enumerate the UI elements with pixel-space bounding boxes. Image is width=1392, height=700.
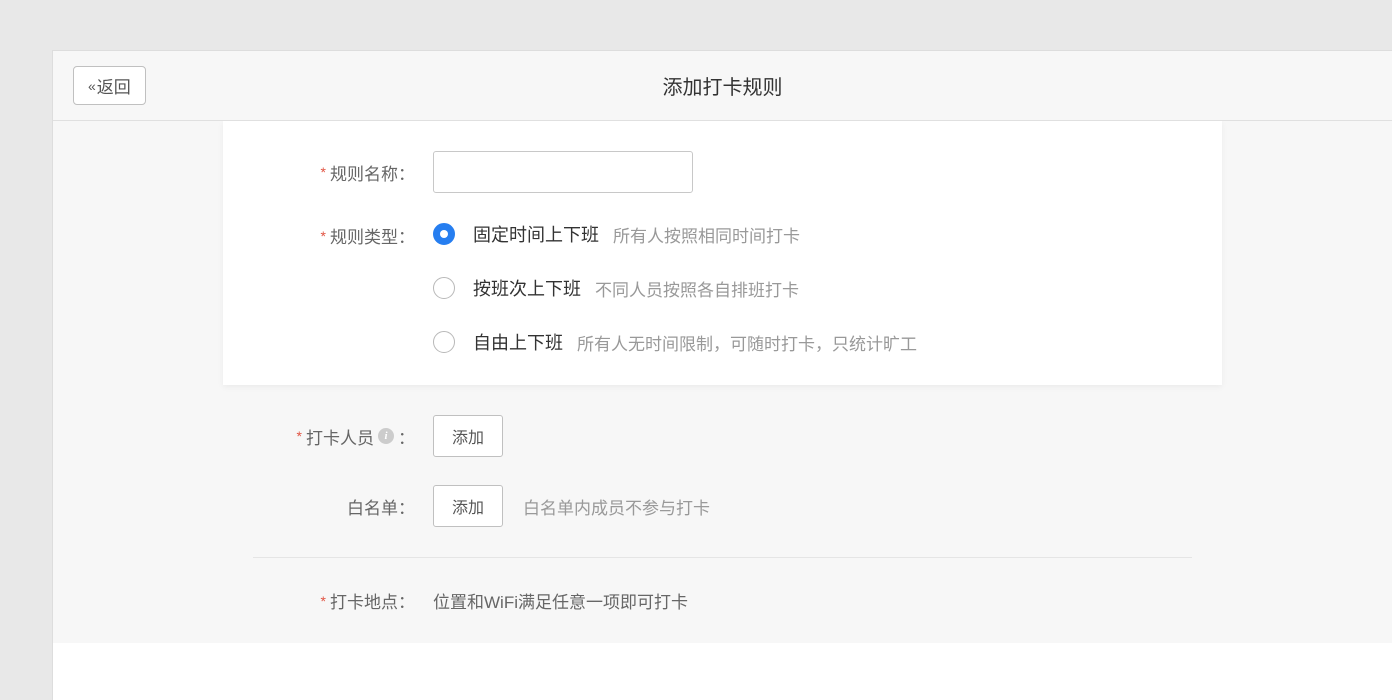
whitelist-desc: 白名单内成员不参与打卡 (523, 494, 710, 519)
radio-option-free[interactable]: 自由上下班 所有人无时间限制，可随时打卡，只统计旷工 (433, 329, 917, 355)
row-rule-name: * 规则名称： (253, 151, 1192, 193)
chevron-left-double-icon: « (88, 78, 93, 94)
row-location: * 打卡地点： 位置和WiFi满足任意一项即可打卡 (253, 588, 1192, 613)
row-rule-type: * 规则类型： 固定时间上下班 所有人按照相同时间打卡 按班次上下班 (253, 221, 1192, 355)
radio-option-fixed[interactable]: 固定时间上下班 所有人按照相同时间打卡 (433, 221, 917, 247)
radio-title: 固定时间上下班 (473, 221, 599, 247)
radio-title: 自由上下班 (473, 329, 563, 355)
required-mark: * (321, 593, 326, 609)
info-icon[interactable]: i (378, 428, 394, 444)
radio-option-shift[interactable]: 按班次上下班 不同人员按照各自排班打卡 (433, 275, 917, 301)
add-staff-button[interactable]: 添加 (433, 415, 503, 457)
page-title: 添加打卡规则 (663, 71, 783, 100)
required-mark: * (321, 228, 326, 244)
label-location: * 打卡地点： (253, 588, 433, 613)
row-whitelist: 白名单： 添加 白名单内成员不参与打卡 (253, 485, 1192, 527)
label-rule-name: * 规则名称： (253, 160, 433, 185)
label-rule-type: * 规则类型： (253, 221, 433, 248)
radio-icon (433, 223, 455, 245)
section-rule-basic: * 规则名称： * 规则类型： 固定时间上下班 (223, 121, 1222, 385)
radio-icon (433, 331, 455, 353)
section-location: * 打卡地点： 位置和WiFi满足任意一项即可打卡 (253, 558, 1192, 643)
row-checkin-staff: * 打卡人员 i ： 添加 (253, 415, 1192, 457)
page-container: « 返回 添加打卡规则 * 规则名称： * 规则类型： (52, 50, 1392, 700)
radio-desc: 所有人无时间限制，可随时打卡，只统计旷工 (577, 330, 917, 355)
radio-icon (433, 277, 455, 299)
required-mark: * (321, 164, 326, 180)
required-mark: * (297, 428, 302, 444)
radio-title: 按班次上下班 (473, 275, 581, 301)
radio-desc: 所有人按照相同时间打卡 (613, 222, 800, 247)
label-checkin-staff: * 打卡人员 i ： (253, 424, 433, 449)
content-area: * 规则名称： * 规则类型： 固定时间上下班 (53, 121, 1392, 643)
add-whitelist-button[interactable]: 添加 (433, 485, 503, 527)
back-label: 返回 (97, 73, 131, 98)
section-staff: * 打卡人员 i ： 添加 白名单： 添加 白名单内成员不参与打卡 (253, 385, 1192, 558)
radio-desc: 不同人员按照各自排班打卡 (595, 276, 799, 301)
rule-type-radio-group: 固定时间上下班 所有人按照相同时间打卡 按班次上下班 不同人员按照各自排班打卡 … (433, 221, 917, 355)
rule-name-input[interactable] (433, 151, 693, 193)
header-bar: « 返回 添加打卡规则 (53, 51, 1392, 121)
label-whitelist: 白名单： (253, 494, 433, 519)
back-button[interactable]: « 返回 (73, 66, 146, 105)
location-desc: 位置和WiFi满足任意一项即可打卡 (433, 588, 688, 613)
